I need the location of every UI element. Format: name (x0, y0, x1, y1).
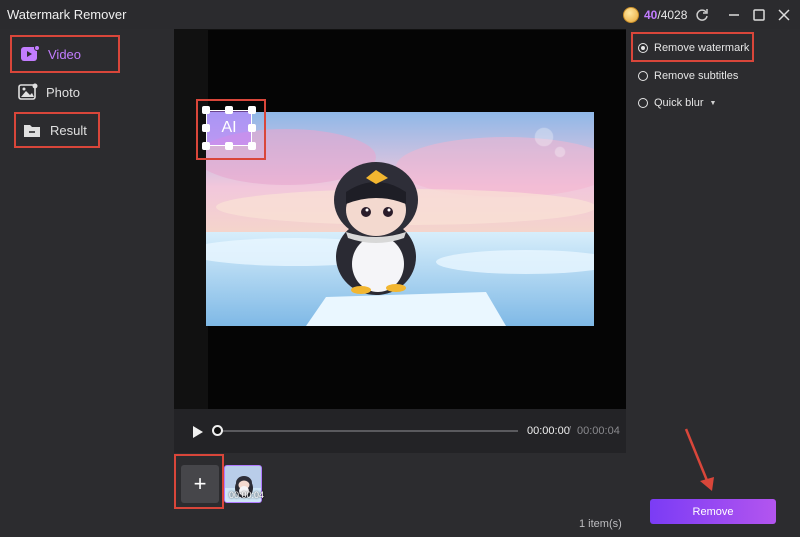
app-title: Watermark Remover (7, 7, 127, 22)
refresh-icon[interactable] (692, 5, 712, 25)
coin-icon (623, 6, 639, 23)
radio-icon[interactable] (638, 98, 648, 108)
video-icon (20, 45, 40, 63)
credits-total: 4028 (660, 7, 688, 22)
option-remove-subtitles[interactable]: Remove subtitles (638, 70, 738, 82)
minimize-icon[interactable] (724, 5, 744, 25)
title-bar: Watermark Remover 40 / 4028 (0, 0, 800, 29)
option-label: Quick blur (654, 97, 704, 109)
seek-handle[interactable] (212, 425, 223, 436)
current-time: 00:00:00 (527, 425, 570, 437)
add-file-highlight (174, 454, 224, 509)
watermark-highlight (196, 99, 266, 160)
maximize-icon[interactable] (749, 5, 769, 25)
photo-icon (18, 83, 38, 101)
credits-used: 40 (644, 7, 658, 22)
time-separator: / (568, 425, 572, 437)
folder-icon (22, 121, 42, 139)
sidebar-item-photo[interactable]: Photo (10, 73, 120, 111)
credits-display[interactable]: 40 / 4028 (623, 5, 687, 24)
sidebar-item-result[interactable]: Result (14, 112, 100, 148)
arrow-annotation-icon (684, 428, 714, 491)
remove-button[interactable]: Remove (650, 499, 776, 524)
thumbnail-duration: 00:00:04 (229, 490, 265, 500)
seek-track[interactable] (215, 430, 518, 432)
sidebar-item-label: Result (50, 122, 87, 138)
option-quick-blur[interactable]: Quick blur ▼ (638, 97, 716, 109)
close-icon[interactable] (774, 5, 794, 25)
radio-icon[interactable] (638, 71, 648, 81)
remove-watermark-highlight (631, 32, 754, 62)
chevron-down-icon[interactable]: ▼ (710, 100, 717, 107)
total-time: 00:00:04 (577, 425, 620, 437)
option-label: Remove subtitles (654, 70, 739, 82)
sidebar-item-label: Video (48, 46, 82, 62)
play-icon[interactable] (193, 425, 203, 438)
item-count: 1 item(s) (579, 518, 622, 530)
sidebar-item-label: Photo (46, 84, 80, 100)
sidebar-item-video[interactable]: Video (10, 35, 120, 73)
